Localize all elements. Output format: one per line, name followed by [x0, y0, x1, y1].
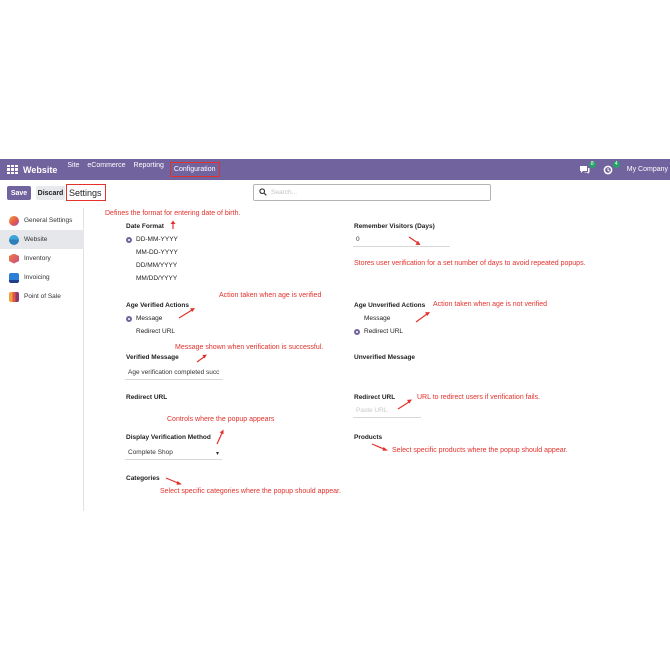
unverified-option-redirect[interactable]: Redirect URL: [354, 328, 403, 335]
unverified-option-message[interactable]: Message: [354, 315, 390, 322]
verified-message-label: Verified Message: [126, 354, 179, 361]
option-label: Redirect URL: [136, 328, 176, 335]
chat-badge: 8: [588, 160, 596, 168]
radio-icon: [354, 316, 360, 322]
verified-option-redirect[interactable]: Redirect URL: [126, 328, 175, 335]
verified-message-field[interactable]: Age verification completed succ: [125, 369, 223, 380]
radio-icon: [126, 250, 132, 256]
sidebar-item-label: Invoicing: [24, 274, 50, 281]
radio-icon: [354, 328, 360, 335]
sidebar-item-label: Point of Sale: [24, 293, 61, 300]
top-navbar: Website Site eCommerce Reporting Configu…: [0, 159, 670, 180]
date-format-option-3[interactable]: DD/MM/YYYY: [126, 262, 177, 269]
arrow-icon: [415, 312, 430, 323]
date-format-label: Date Format: [126, 223, 164, 230]
arrow-icon: [408, 236, 421, 245]
point-of-sale-icon: [9, 291, 19, 302]
option-label: Redirect URL: [364, 328, 404, 335]
sidebar-item-invoicing[interactable]: Invoicing: [0, 268, 84, 287]
menu-configuration[interactable]: Configuration: [169, 162, 220, 177]
sidebar-item-label: Website: [24, 236, 48, 243]
inventory-icon: [9, 253, 19, 264]
settings-screen: Website Site eCommerce Reporting Configu…: [0, 159, 670, 511]
activity-badge: 4: [612, 160, 620, 168]
sidebar-item-point-of-sale[interactable]: Point of Sale: [0, 287, 84, 306]
option-label: DD/MM/YYYY: [136, 262, 178, 269]
company-switcher[interactable]: My Company: [627, 166, 668, 173]
products-label: Products: [354, 434, 383, 441]
display-method-value: Complete Shop: [128, 449, 173, 456]
chat-icon[interactable]: 8: [579, 160, 596, 176]
activity-icon[interactable]: 4: [603, 160, 620, 176]
note-message: Message shown when verification is succe…: [175, 344, 324, 351]
search-icon: [259, 187, 267, 198]
menu-reporting[interactable]: Reporting: [130, 162, 168, 177]
sidebar-item-label: General Settings: [24, 217, 73, 224]
website-icon: [9, 234, 19, 245]
sidebar-item-website[interactable]: Website: [0, 230, 84, 249]
menu-site[interactable]: Site: [63, 162, 83, 177]
page-title: Settings: [66, 184, 106, 201]
note-redirect: URL to redirect users if verification fa…: [417, 394, 541, 401]
note-categories: Select specific categories where the pop…: [160, 488, 341, 495]
arrow-icon: [165, 477, 182, 485]
redirect-url-label-left: Redirect URL: [126, 394, 168, 401]
note-unverified: Action taken when age is not verified: [433, 301, 548, 308]
display-method-select[interactable]: Complete Shop ▾: [125, 449, 222, 460]
arrow-icon: [178, 308, 195, 319]
radio-icon: [126, 276, 132, 282]
navbar-systray: 8 4 My Company: [579, 159, 670, 180]
radio-icon: [126, 263, 132, 269]
date-format-option-4[interactable]: MM/DD/YYYY: [126, 275, 177, 282]
main-menu: Site eCommerce Reporting Configuration: [63, 162, 220, 177]
sidebar-item-label: Inventory: [24, 255, 51, 262]
age-unverified-actions-label: Age Unverified Actions: [354, 302, 426, 309]
redirect-url-label-right: Redirect URL: [354, 394, 396, 401]
app-brand[interactable]: Website: [23, 165, 57, 175]
categories-label: Categories: [126, 475, 160, 482]
search-input[interactable]: Search...: [271, 189, 297, 196]
sidebar-item-general-settings[interactable]: General Settings: [0, 211, 84, 230]
arrow-icon: [170, 220, 176, 229]
invoicing-icon: [9, 272, 19, 283]
app-menu-icon[interactable]: [7, 164, 18, 175]
radio-icon: [126, 236, 132, 243]
unverified-message-label: Unverified Message: [354, 354, 416, 361]
radio-icon: [126, 329, 132, 335]
option-label: Message: [364, 315, 391, 322]
verified-option-message[interactable]: Message: [126, 315, 162, 322]
arrow-icon: [196, 354, 207, 363]
chevron-down-icon: ▾: [215, 451, 219, 457]
settings-sidebar: General Settings Website Inventory Invoi…: [0, 208, 84, 511]
date-format-option-2[interactable]: MM-DD-YYYY: [126, 249, 178, 256]
option-label: MM-DD-YYYY: [136, 249, 178, 256]
general-settings-icon: [9, 215, 19, 226]
note-remember: Stores user verification for a set numbe…: [354, 260, 586, 267]
sidebar-item-inventory[interactable]: Inventory: [0, 249, 84, 268]
note-verified: Action taken when age is verified: [219, 292, 322, 299]
arrow-icon: [216, 429, 224, 445]
radio-icon: [126, 315, 132, 322]
option-label: Message: [136, 315, 163, 322]
settings-content: Defines the format for entering date of …: [85, 208, 670, 511]
discard-button[interactable]: Discard: [36, 186, 65, 200]
note-popup: Controls where the popup appears: [167, 416, 275, 423]
note-date-format: Defines the format for entering date of …: [105, 210, 241, 217]
option-label: MM/DD/YYYY: [136, 275, 178, 282]
arrow-icon: [371, 443, 388, 451]
remember-visitors-label: Remember Visitors (Days): [354, 223, 435, 230]
menu-ecommerce[interactable]: eCommerce: [83, 162, 129, 177]
note-products: Select specific products where the popup…: [392, 447, 568, 454]
remember-visitors-field[interactable]: 0: [353, 236, 450, 247]
control-panel: Save Discard Settings Search...: [0, 180, 670, 208]
save-button[interactable]: Save: [7, 186, 31, 200]
option-label: DD-MM-YYYY: [136, 236, 178, 243]
display-method-label: Display Verification Method: [126, 434, 211, 441]
date-format-option-1[interactable]: DD-MM-YYYY: [126, 236, 178, 243]
redirect-url-field[interactable]: Paste URL: [353, 407, 421, 418]
search-bar[interactable]: Search...: [253, 184, 491, 201]
